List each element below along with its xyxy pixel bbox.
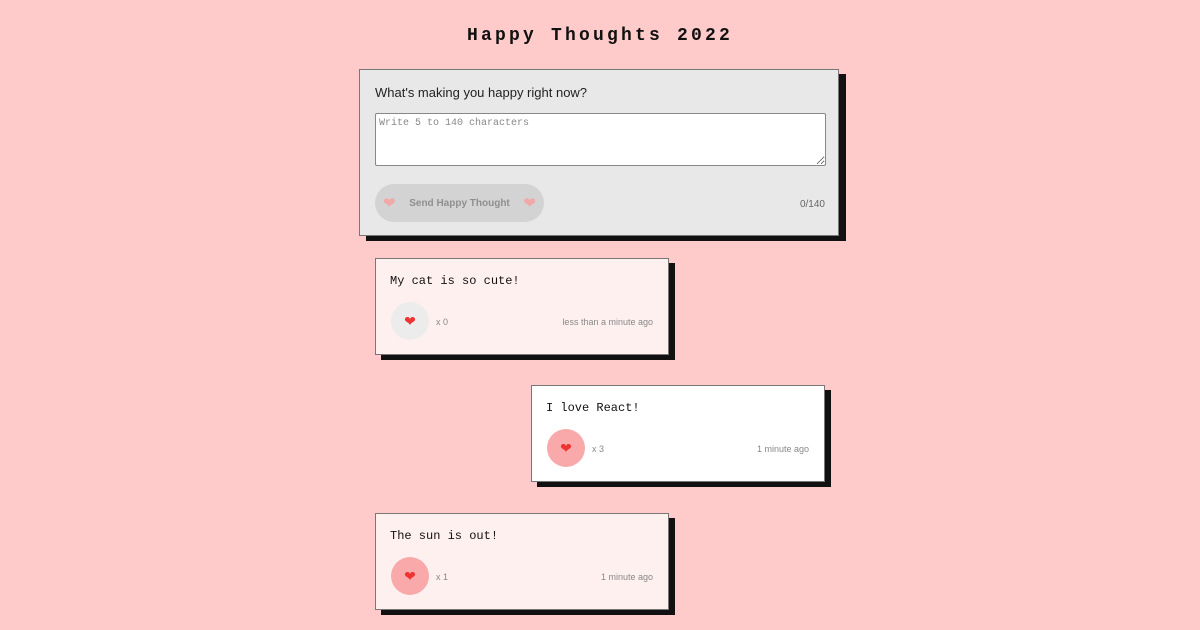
heart-icon: ❤ [560,440,572,456]
send-button-label: Send Happy Thought [409,197,510,209]
thought-timestamp: 1 minute ago [756,444,809,454]
heart-icon: ❤ [404,568,416,584]
thought-message: The sun is out! [390,529,499,543]
like-button[interactable]: ❤ [391,557,429,595]
thought-timestamp: 1 minute ago [600,572,653,582]
like-count: x 1 [436,572,449,582]
thought-input[interactable] [375,113,826,166]
thought-message: My cat is so cute! [390,274,520,288]
like-button[interactable]: ❤ [547,429,585,467]
heart-icon: ❤ [404,313,416,329]
heart-icon: ❤ [383,194,396,212]
page-title: Happy Thoughts 2022 [466,26,734,46]
thought-timestamp: less than a minute ago [562,317,653,327]
like-button[interactable]: ❤ [391,302,429,340]
thought-card: My cat is so cute! ❤ x 0 less than a min… [375,258,669,355]
thought-card: I love React! ❤ x 3 1 minute ago [531,385,825,482]
character-counter: 0/140 [799,199,825,210]
thought-message: I love React! [546,401,640,415]
like-count: x 3 [592,444,605,454]
send-thought-button[interactable]: ❤ Send Happy Thought ❤ [375,184,544,222]
thought-card: The sun is out! ❤ x 1 1 minute ago [375,513,669,610]
form-question-label: What's making you happy right now? [375,85,588,100]
heart-icon: ❤ [523,194,536,212]
like-count: x 0 [436,317,449,327]
happy-thought-form: What's making you happy right now? ❤ Sen… [359,69,839,236]
